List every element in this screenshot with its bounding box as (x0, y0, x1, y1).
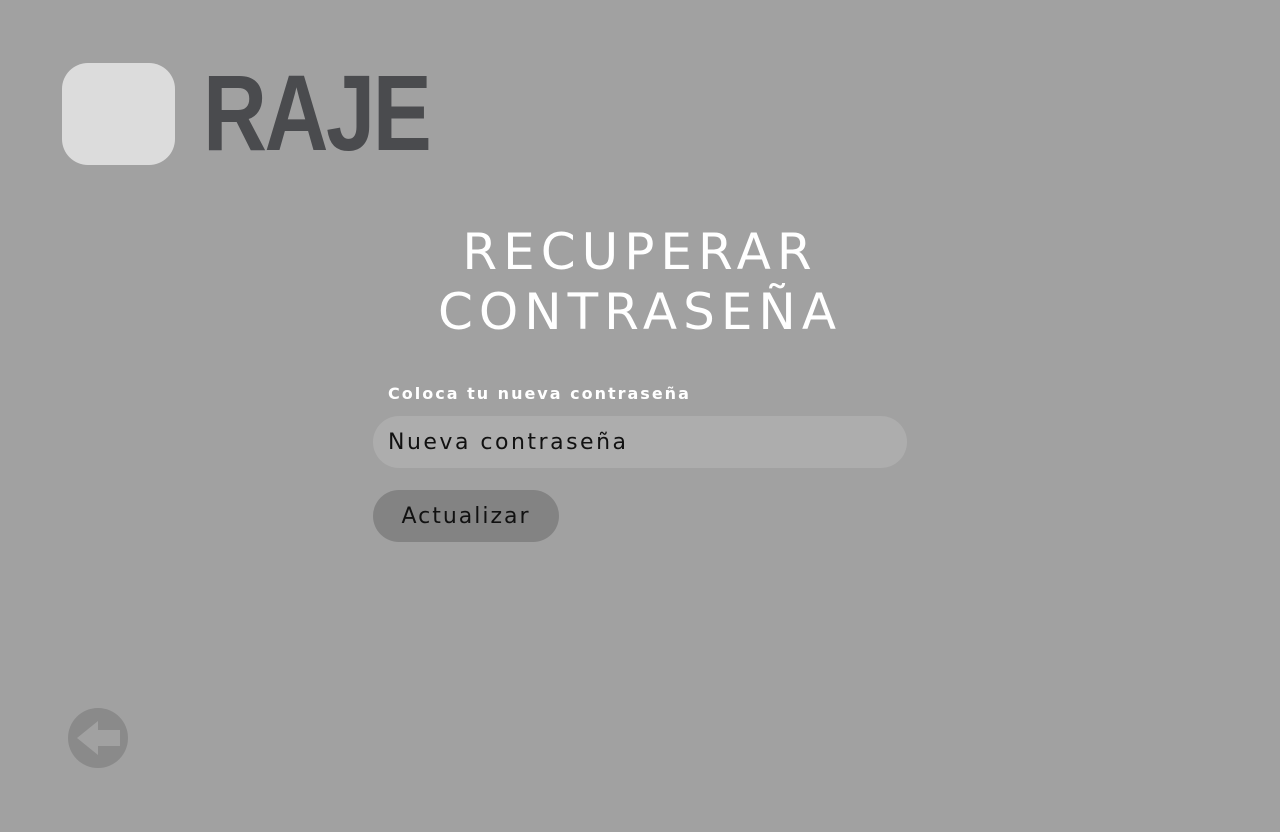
page-title-line-1: RECUPERAR (462, 223, 818, 281)
back-button[interactable] (68, 708, 128, 768)
page-title: RECUPERAR CONTRASEÑA (0, 222, 1280, 342)
logo-icon (62, 63, 175, 165)
update-button[interactable]: Actualizar (373, 490, 559, 542)
arrow-left-circle-icon (77, 721, 120, 755)
page-title-line-2: CONTRASEÑA (437, 283, 843, 341)
new-password-input[interactable] (373, 416, 907, 468)
password-recovery-page: RAJE RECUPERAR CONTRASEÑA Coloca tu nuev… (0, 0, 1280, 832)
brand-logo-text: RAJE (203, 52, 432, 173)
new-password-label: Coloca tu nueva contraseña (388, 384, 691, 403)
